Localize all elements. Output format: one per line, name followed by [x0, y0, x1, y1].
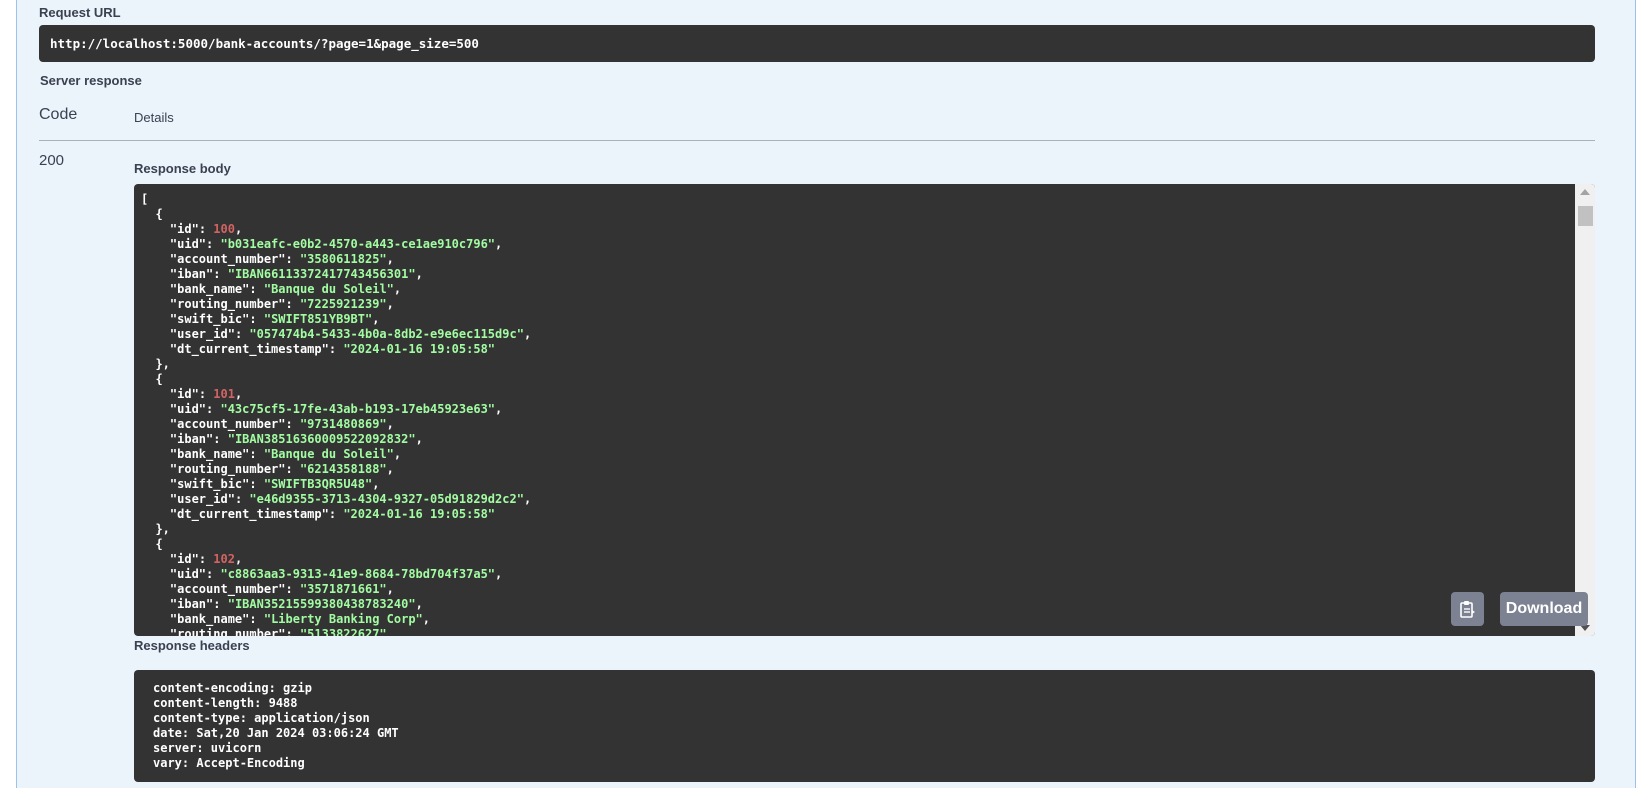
response-body-label: Response body: [134, 161, 231, 176]
download-button[interactable]: Download: [1500, 592, 1588, 626]
json-key: "account_number": [169, 417, 286, 431]
json-key: "user_id": [169, 327, 235, 341]
json-key: "iban": [169, 432, 214, 446]
json-key: "routing_number": [169, 462, 286, 476]
json-open-bracket: [: [141, 192, 149, 206]
json-key: "id": [169, 222, 199, 236]
response-body-code[interactable]: [ { "id": 100, "uid": "b031eafc-e0b2-457…: [134, 184, 1595, 636]
json-key: "uid": [169, 237, 207, 251]
json-key: "uid": [169, 567, 207, 581]
json-key: "dt_current_timestamp": [169, 507, 329, 521]
status-code: 200: [39, 152, 65, 169]
json-key: "swift_bic": [169, 477, 250, 491]
clipboard-icon: [1460, 601, 1475, 618]
json-key: "routing_number": [169, 627, 286, 636]
request-url-value[interactable]: http://localhost:5000/bank-accounts/?pag…: [39, 25, 1595, 62]
json-key: "account_number": [169, 252, 286, 266]
details-column-header: Details: [134, 110, 174, 125]
vertical-scrollbar[interactable]: [1575, 184, 1595, 636]
json-key: "user_id": [169, 492, 235, 506]
json-key: "dt_current_timestamp": [169, 342, 329, 356]
response-headers-code[interactable]: content-encoding: gzip content-length: 9…: [134, 670, 1595, 782]
json-key: "iban": [169, 267, 214, 281]
json-key: "routing_number": [169, 297, 286, 311]
json-key: "iban": [169, 597, 214, 611]
json-key: "bank_name": [169, 447, 250, 461]
json-key: "swift_bic": [169, 312, 250, 326]
json-key: "id": [169, 552, 199, 566]
json-key: "bank_name": [169, 612, 250, 626]
scrollbar-thumb[interactable]: [1578, 206, 1593, 226]
scroll-up-arrow-icon[interactable]: [1580, 189, 1590, 195]
response-headers-label: Response headers: [134, 638, 250, 653]
table-divider: [39, 140, 1595, 141]
json-key: "uid": [169, 402, 207, 416]
copy-to-clipboard-button[interactable]: [1451, 592, 1484, 626]
json-key: "account_number": [169, 582, 286, 596]
json-key: "bank_name": [169, 282, 250, 296]
server-response-label: Server response: [40, 73, 142, 88]
json-key: "id": [169, 387, 199, 401]
response-body-json[interactable]: [ { "id": 100, "uid": "b031eafc-e0b2-457…: [134, 184, 1595, 636]
response-headers-text[interactable]: content-encoding: gzip content-length: 9…: [134, 670, 1595, 771]
code-column-header: Code: [39, 106, 78, 123]
request-url-label: Request URL: [39, 5, 121, 20]
